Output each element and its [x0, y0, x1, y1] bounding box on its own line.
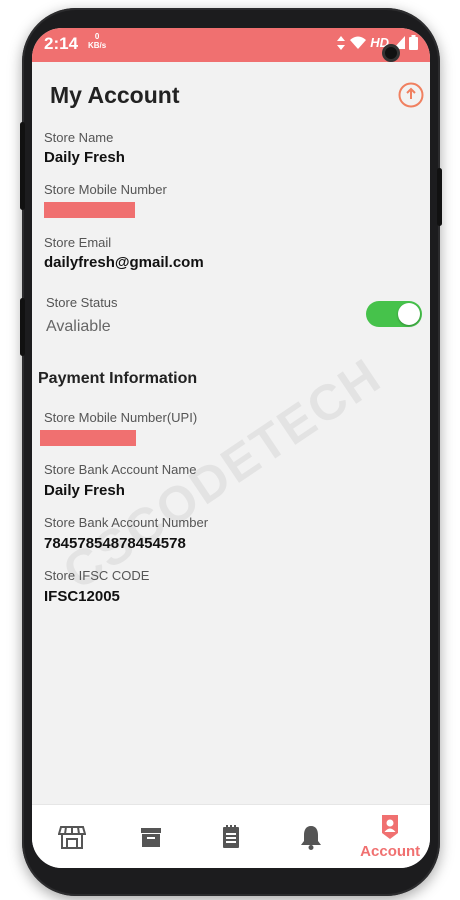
- status-time: 2:14: [44, 34, 79, 53]
- status-bar: 2:14 0 KB/s HD: [32, 28, 430, 62]
- share-upload-icon[interactable]: [398, 82, 424, 108]
- bottom-nav: Account: [32, 804, 430, 868]
- bank-number-value: 78457854878454578: [44, 535, 186, 552]
- bell-icon: [300, 825, 321, 850]
- upi-mobile-label: Store Mobile Number(UPI): [44, 410, 198, 425]
- battery-icon: [409, 35, 418, 50]
- store-email-value: dailyfresh@gmail.com: [44, 254, 204, 271]
- ifsc-label: Store IFSC CODE: [44, 568, 150, 583]
- wifi-icon: [350, 36, 367, 49]
- store-mobile-label: Store Mobile Number: [44, 182, 167, 197]
- network-speed-value: 0: [94, 32, 100, 41]
- store-icon: [57, 825, 86, 849]
- store-mobile-redacted: [44, 202, 135, 218]
- notepad-icon: [222, 824, 239, 848]
- network-speed: 0 KB/s: [88, 32, 106, 50]
- store-status-label: Store Status: [46, 295, 118, 310]
- nav-item-orders[interactable]: [191, 805, 271, 868]
- screen: 2:14 0 KB/s HD My Account Store Name Dai…: [32, 28, 430, 868]
- nav-label-account: Account: [360, 843, 421, 860]
- front-camera: [382, 44, 400, 62]
- bank-number-label: Store Bank Account Number: [44, 515, 209, 530]
- bank-name-label: Store Bank Account Name: [44, 462, 197, 477]
- volume-up-button: [20, 122, 25, 210]
- payment-section-title: Payment Information: [38, 370, 198, 387]
- ifsc-value: IFSC12005: [44, 588, 120, 605]
- data-arrows-icon: [337, 35, 346, 50]
- account-icon: [382, 815, 399, 839]
- nav-item-store[interactable]: [32, 805, 112, 868]
- network-speed-unit: KB/s: [88, 41, 107, 50]
- nav-item-notifications[interactable]: [271, 805, 351, 868]
- archive-box-icon: [141, 827, 162, 847]
- nav-item-archive[interactable]: [112, 805, 192, 868]
- store-email-label: Store Email: [44, 235, 112, 250]
- volume-down-button: [20, 298, 25, 356]
- bank-name-value: Daily Fresh: [44, 482, 125, 499]
- store-name-value: Daily Fresh: [44, 149, 125, 166]
- watermark: CSCODETECH: [53, 347, 392, 601]
- upi-mobile-redacted: [40, 430, 136, 446]
- nav-item-account[interactable]: Account: [350, 805, 430, 868]
- status-icons: HD: [336, 35, 418, 50]
- store-status-value: Avaliable: [46, 318, 111, 335]
- power-button: [437, 168, 442, 226]
- store-name-label: Store Name: [44, 130, 114, 145]
- page-title: My Account: [50, 82, 180, 108]
